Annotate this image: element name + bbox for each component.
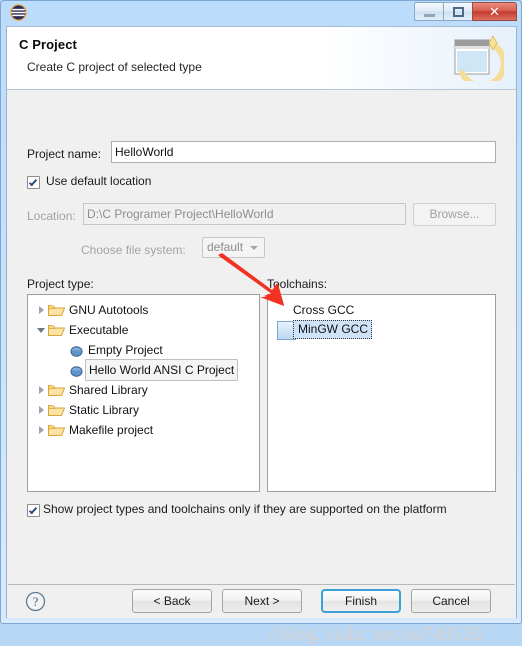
browse-button[interactable]: Browse... bbox=[413, 203, 496, 226]
tree-item-label: Executable bbox=[69, 323, 129, 337]
chevron-down-icon[interactable] bbox=[34, 320, 48, 340]
page-description: Create C project of selected type bbox=[27, 60, 202, 74]
location-label: Location: bbox=[27, 209, 76, 223]
window-controls[interactable]: ✕ bbox=[414, 2, 517, 21]
blue-dot-icon bbox=[70, 364, 83, 377]
tree-item[interactable]: Empty Project bbox=[28, 340, 259, 360]
finish-button[interactable]: Finish bbox=[321, 589, 401, 613]
minimize-icon bbox=[423, 13, 435, 17]
tree-item[interactable]: GNU Autotools bbox=[28, 300, 259, 320]
tree-item-label: Hello World ANSI C Project bbox=[85, 359, 239, 381]
toolchain-item[interactable]: MinGW GCC bbox=[268, 320, 495, 340]
tree-item-label: Makefile project bbox=[69, 423, 154, 437]
use-default-location-label: Use default location bbox=[46, 174, 152, 188]
chevron-right-icon[interactable] bbox=[34, 380, 48, 400]
wizard-dialog: C Project Create C project of selected t… bbox=[6, 26, 517, 645]
help-icon[interactable]: ? bbox=[25, 591, 46, 612]
back-button[interactable]: < Back bbox=[132, 589, 212, 613]
close-button[interactable]: ✕ bbox=[472, 2, 517, 21]
title-bar[interactable]: ✕ bbox=[1, 1, 521, 24]
wizard-header: C Project Create C project of selected t… bbox=[7, 27, 516, 90]
folder-icon bbox=[48, 403, 66, 417]
location-input[interactable] bbox=[83, 203, 406, 225]
button-bar: ? < Back Next > Finish Cancel bbox=[7, 585, 516, 618]
toolchain-item[interactable]: Cross GCC bbox=[268, 300, 495, 320]
svg-text:?: ? bbox=[33, 594, 39, 609]
eclipse-icon bbox=[10, 4, 27, 21]
chevron-down-icon bbox=[250, 246, 258, 250]
chevron-right-icon[interactable] bbox=[34, 300, 48, 320]
dialog-window: ✕ C Project Create C project of selected… bbox=[0, 0, 522, 645]
toolchain-item-label: Cross GCC bbox=[293, 303, 355, 317]
folder-icon bbox=[48, 423, 66, 437]
show-supported-checkbox[interactable] bbox=[27, 504, 40, 517]
cancel-button[interactable]: Cancel bbox=[411, 589, 491, 613]
folder-icon bbox=[48, 303, 66, 317]
close-icon: ✕ bbox=[489, 3, 500, 19]
tree-item-label: Static Library bbox=[69, 403, 140, 417]
chevron-right-icon[interactable] bbox=[34, 400, 48, 420]
show-supported-label: Show project types and toolchains only i… bbox=[43, 502, 447, 516]
project-type-label: Project type: bbox=[27, 277, 94, 291]
toolchains-list[interactable]: Cross GCC MinGW GCC bbox=[267, 294, 496, 492]
folder-icon bbox=[48, 383, 66, 397]
chevron-right-icon[interactable] bbox=[34, 420, 48, 440]
file-system-value: default bbox=[207, 240, 244, 254]
toolchain-item-label: MinGW GCC bbox=[293, 320, 372, 339]
file-system-select[interactable]: default bbox=[202, 237, 265, 258]
tree-item[interactable]: Shared Library bbox=[28, 380, 259, 400]
tree-item-label: GNU Autotools bbox=[69, 303, 149, 317]
project-name-label: Project name: bbox=[27, 147, 102, 161]
toolchains-label: Toolchains: bbox=[267, 277, 328, 291]
tree-item[interactable]: Executable bbox=[28, 320, 259, 340]
wizard-banner-icon bbox=[452, 33, 507, 89]
maximize-button[interactable] bbox=[443, 2, 472, 21]
watermark-text: //blog. csdn. net/su749520 bbox=[269, 624, 483, 645]
maximize-icon bbox=[452, 6, 464, 17]
file-system-label: Choose file system: bbox=[81, 243, 186, 257]
use-default-location-checkbox[interactable] bbox=[27, 176, 40, 189]
folder-icon bbox=[48, 323, 66, 337]
blue-dot-icon bbox=[70, 344, 83, 357]
project-type-tree[interactable]: GNU Autotools Executable Empty Project Hell… bbox=[27, 294, 260, 492]
tree-item[interactable]: Static Library bbox=[28, 400, 259, 420]
tree-item[interactable]: Hello World ANSI C Project bbox=[28, 359, 259, 381]
page-title: C Project bbox=[19, 37, 77, 52]
tree-item-label: Shared Library bbox=[69, 383, 148, 397]
next-button[interactable]: Next > bbox=[222, 589, 302, 613]
project-name-input[interactable] bbox=[111, 141, 496, 163]
minimize-button[interactable] bbox=[414, 2, 443, 21]
tree-item-label: Empty Project bbox=[88, 343, 163, 357]
tree-item[interactable]: Makefile project bbox=[28, 420, 259, 440]
wizard-form: Project name: Use default location Locat… bbox=[7, 91, 516, 555]
